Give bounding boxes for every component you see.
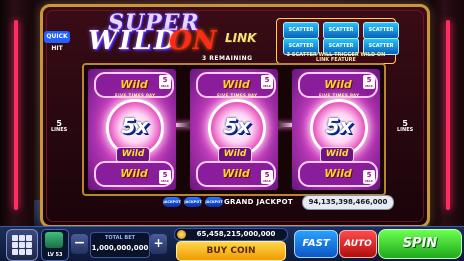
game-title-link: LINK bbox=[225, 31, 257, 45]
multiplier-text: 5x bbox=[223, 114, 251, 138]
max-number: 5 bbox=[162, 171, 168, 179]
ring-text: FIVE TIMES PAY bbox=[115, 93, 156, 98]
right-lines-indicator: 5 LINES bbox=[397, 120, 414, 134]
total-bet-label: TOTAL BET bbox=[104, 235, 136, 241]
player-level[interactable]: LV 53 bbox=[41, 229, 69, 261]
increase-bet-button[interactable]: + bbox=[150, 234, 167, 254]
fast-button[interactable]: FAST bbox=[294, 230, 338, 258]
grid-icon bbox=[12, 242, 18, 248]
scatter-row-top: SCATTER SCATTER SCATTER bbox=[283, 22, 399, 39]
remaining-spins: 3 REMAINING bbox=[202, 55, 253, 62]
max-number: 5 bbox=[366, 171, 372, 179]
reels-area: Wild 5 MAX 5x FIVE TIMES PAY Wild Wild 5M… bbox=[82, 63, 386, 196]
max-label: MAX bbox=[365, 84, 373, 88]
max-badge: 5 MAX bbox=[363, 75, 375, 89]
lines-label: LINES bbox=[397, 127, 414, 133]
lines-label: LINES bbox=[51, 127, 68, 133]
scatter-badge: SCATTER bbox=[323, 22, 359, 39]
neon-light bbox=[446, 20, 450, 210]
ring-text: FIVE TIMES PAY bbox=[217, 93, 258, 98]
grand-jackpot-label: GRAND JACKPOT bbox=[224, 198, 293, 206]
jackpot-icons: JACKPOT JACKPOT JACKPOT bbox=[163, 197, 223, 207]
game-title-wild: WILD bbox=[88, 26, 179, 56]
jackpot-icon: JACKPOT bbox=[163, 197, 181, 207]
grid-icon bbox=[26, 249, 32, 255]
max-badge: 5 MAX bbox=[159, 75, 171, 89]
reel-1: Wild 5 MAX 5x FIVE TIMES PAY Wild Wild 5M… bbox=[88, 69, 176, 190]
reel-3: Wild 5 MAX 5x FIVE TIMES PAY Wild Wild 5M… bbox=[292, 69, 380, 190]
left-pillar bbox=[0, 0, 34, 232]
spin-button[interactable]: SPIN bbox=[378, 229, 462, 259]
grid-icon bbox=[19, 235, 25, 241]
menu-grid-button[interactable] bbox=[6, 229, 38, 261]
max-number: 5 bbox=[264, 76, 270, 84]
grid-icon bbox=[19, 249, 25, 255]
coin-balance-value: 65,458,215,000,000 bbox=[196, 230, 276, 238]
max-label: MAX bbox=[161, 179, 169, 183]
avatar bbox=[45, 232, 63, 248]
reel-2: Wild 5 MAX 5x FIVE TIMES PAY Wild Wild 5M… bbox=[190, 69, 278, 190]
scatter-badge: SCATTER bbox=[283, 22, 319, 39]
right-pillar bbox=[430, 0, 464, 232]
max-label: MAX bbox=[263, 84, 271, 88]
max-number: 5 bbox=[366, 76, 372, 84]
grid-icon bbox=[19, 242, 25, 248]
max-badge: 5 MAX bbox=[261, 75, 273, 89]
total-bet-display: TOTAL BET 1,000,000,000 bbox=[90, 232, 150, 258]
decrease-bet-button[interactable]: − bbox=[71, 234, 88, 254]
max-label: MAX bbox=[161, 84, 169, 88]
scatter-badge: SCATTER bbox=[363, 22, 399, 39]
grand-jackpot-value: 94,135,398,466,000 bbox=[302, 195, 394, 210]
max-badge: 5 MAX bbox=[261, 170, 273, 184]
neon-light bbox=[14, 20, 18, 210]
jackpot-icon: JACKPOT bbox=[205, 197, 223, 207]
max-label: MAX bbox=[263, 179, 271, 183]
coin-balance: 65,458,215,000,000 bbox=[174, 228, 288, 241]
auto-button[interactable]: AUTO bbox=[339, 230, 377, 258]
ring-text: FIVE TIMES PAY bbox=[319, 93, 360, 98]
total-bet-value: 1,000,000,000 bbox=[91, 244, 149, 252]
max-badge: 5 MAX bbox=[363, 170, 375, 184]
max-number: 5 bbox=[264, 171, 270, 179]
level-text: LV 53 bbox=[47, 252, 63, 258]
max-label: MAX bbox=[365, 179, 373, 183]
max-badge: 5 MAX bbox=[159, 170, 171, 184]
coin-icon bbox=[177, 230, 186, 239]
max-number: 5 bbox=[162, 76, 168, 84]
multiplier-text: 5x bbox=[325, 114, 353, 138]
multiplier-text: 5x bbox=[121, 114, 149, 138]
scatter-feature-panel: SCATTER SCATTER SCATTER SCATTER SCATTER … bbox=[276, 18, 399, 64]
game-title-on: ON bbox=[169, 26, 218, 56]
grid-icon bbox=[12, 235, 18, 241]
brand-logo: QUICK HIT bbox=[44, 31, 70, 52]
grid-icon bbox=[12, 249, 18, 255]
grid-icon bbox=[26, 235, 32, 241]
grid-icon bbox=[26, 242, 32, 248]
buy-coin-button[interactable]: BUY COIN bbox=[176, 241, 286, 261]
left-lines-indicator: 5 LINES bbox=[51, 120, 68, 134]
jackpot-icon: JACKPOT bbox=[184, 197, 202, 207]
slot-game-screen: QUICK HIT SUPER WILD ON LINK 3 REMAINING… bbox=[0, 0, 464, 261]
